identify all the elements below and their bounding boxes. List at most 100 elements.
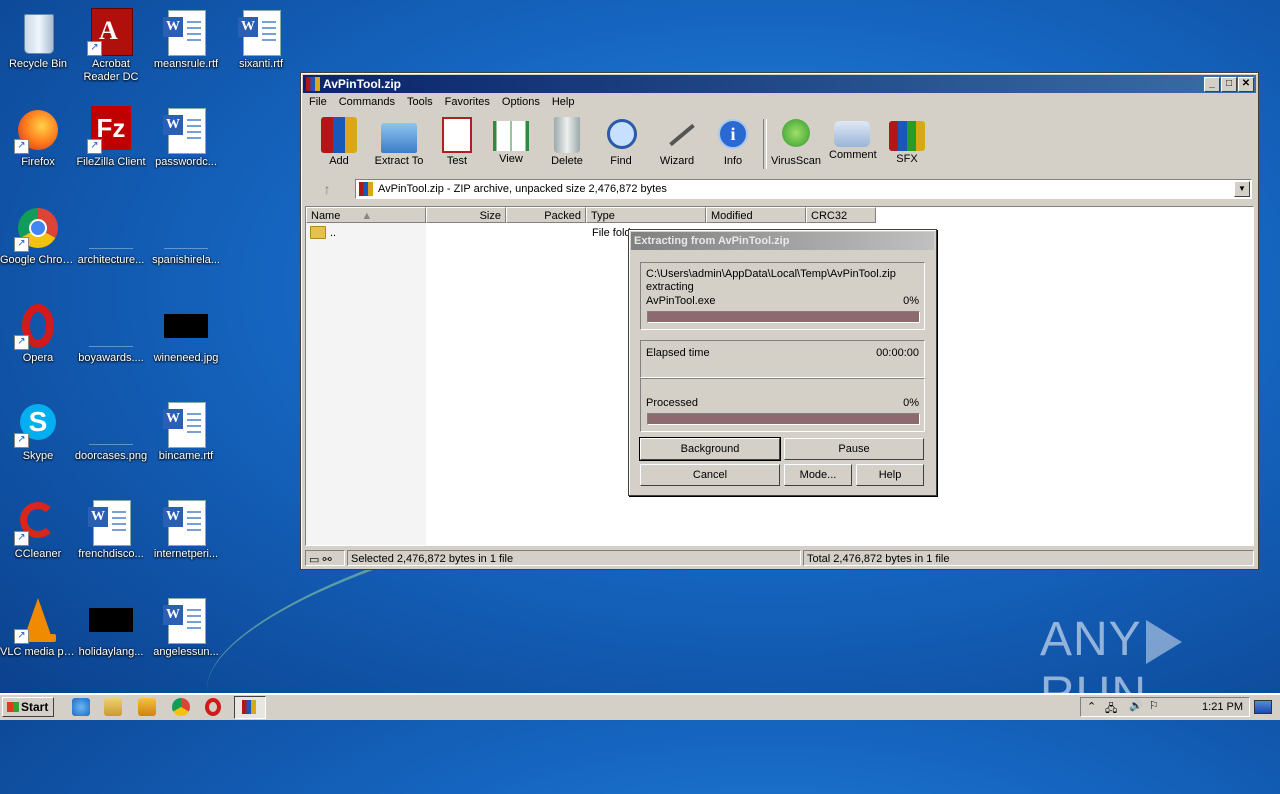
chevron-up-icon[interactable]: ⌃ <box>1087 700 1096 713</box>
menu-file[interactable]: File <box>303 94 333 108</box>
toolbar-view-button[interactable]: View <box>491 117 531 165</box>
volume-icon[interactable]: 🔊 <box>1129 699 1143 712</box>
toolbar-test-button[interactable]: Test <box>439 117 475 167</box>
desktop-icon-sixanti[interactable]: W sixanti.rtf <box>223 8 299 71</box>
clock[interactable]: 1:21 PM <box>1202 701 1243 713</box>
mode-button[interactable]: Mode... <box>784 464 852 486</box>
sfx-archive-icon <box>889 121 925 151</box>
network-icon[interactable]: 🖧 <box>1105 700 1117 719</box>
column-header-size[interactable]: Size <box>426 207 506 223</box>
archive-path: C:\Users\admin\AppData\Local\Temp\AvPinT… <box>646 268 896 280</box>
show-desktop-icon[interactable] <box>1254 700 1272 714</box>
column-header-crc32[interactable]: CRC32 <box>806 207 876 223</box>
desktop-icon-acrobat[interactable]: A ↗ Acrobat Reader DC <box>73 8 149 84</box>
magic-wand-icon <box>659 117 695 153</box>
status-selected: Selected 2,476,872 bytes in 1 file <box>347 550 801 566</box>
opera-icon[interactable] <box>205 698 221 716</box>
toolbar-sfx-button[interactable]: SFX <box>889 117 925 165</box>
current-file-name: AvPinTool.exe <box>646 295 716 307</box>
menu-bar: File Commands Tools Favorites Options Help <box>303 94 1256 112</box>
toolbar: Add Extract To Test View Delete Find Wiz… <box>309 113 1254 175</box>
menu-tools[interactable]: Tools <box>401 94 439 108</box>
folder-icon <box>310 226 326 239</box>
desktop-icon-architecture[interactable]: architecture... <box>73 204 149 267</box>
recycle-bin-icon <box>14 8 62 56</box>
toolbar-extract-to-button[interactable]: Extract To <box>371 117 427 167</box>
background-button[interactable]: Background <box>639 437 781 461</box>
chrome-icon[interactable] <box>172 698 190 716</box>
address-row: ↑ AvPinTool.zip - ZIP archive, unpacked … <box>305 177 1254 201</box>
info-icon: i <box>715 117 751 153</box>
toolbar-comment-button[interactable]: Comment <box>829 117 877 161</box>
desktop-icon-angelessun[interactable]: W angelessun... <box>148 596 224 659</box>
desktop-icon-skype[interactable]: S ↗ Skype <box>0 400 76 463</box>
toolbar-delete-button[interactable]: Delete <box>547 117 587 167</box>
status-bar: ▭ ⚯ Selected 2,476,872 bytes in 1 file T… <box>303 549 1256 567</box>
word-document-icon: W <box>162 596 210 644</box>
explorer-folder-icon[interactable] <box>104 698 122 716</box>
minimize-button[interactable]: _ <box>1204 77 1220 92</box>
desktop-icon-filezilla[interactable]: Fz ↗ FileZilla Client <box>73 106 149 169</box>
desktop-icon-ccleaner[interactable]: ↗ CCleaner <box>0 498 76 561</box>
desktop-icon-opera[interactable]: ↗ Opera <box>0 302 76 365</box>
desktop-icon-frenchdisco[interactable]: W frenchdisco... <box>73 498 149 561</box>
processed-group: Processed 0% <box>640 378 925 432</box>
desktop-icon-internetperi[interactable]: W internetperi... <box>148 498 224 561</box>
toolbar-info-button[interactable]: i Info <box>715 117 751 167</box>
desktop-icon-holidaylang[interactable]: holidaylang... <box>73 596 149 659</box>
word-document-icon: W <box>162 106 210 154</box>
total-progress-bar <box>647 413 920 425</box>
desktop-icon-doorcases[interactable]: doorcases.png <box>73 400 149 463</box>
image-file-icon <box>87 596 135 644</box>
column-header-packed[interactable]: Packed <box>506 207 586 223</box>
desktop-icon-meansrule[interactable]: W meansrule.rtf <box>148 8 224 71</box>
blank-file-icon <box>162 204 210 252</box>
winrar-icon <box>242 700 256 714</box>
toolbar-add-button[interactable]: Add <box>321 117 357 167</box>
desktop-icon-google-chrome[interactable]: ↗ Google Chrome <box>0 204 76 267</box>
image-file-icon <box>87 400 135 448</box>
pause-button[interactable]: Pause <box>784 438 924 460</box>
toolbar-wizard-button[interactable]: Wizard <box>657 117 697 167</box>
desktop-icon-boyawards[interactable]: boyawards.... <box>73 302 149 365</box>
ie-icon[interactable] <box>72 698 90 716</box>
column-header-modified[interactable]: Modified <box>706 207 806 223</box>
menu-favorites[interactable]: Favorites <box>439 94 496 108</box>
word-document-icon: W <box>162 8 210 56</box>
status-total: Total 2,476,872 bytes in 1 file <box>803 550 1254 566</box>
dialog-title[interactable]: Extracting from AvPinTool.zip <box>631 232 934 250</box>
drive-status-icon: ▭ ⚯ <box>305 550 345 566</box>
toolbar-virusscan-button[interactable]: VirusScan <box>771 117 821 167</box>
elapsed-label: Elapsed time <box>646 347 710 359</box>
column-header-type[interactable]: Type <box>586 207 706 223</box>
menu-commands[interactable]: Commands <box>333 94 401 108</box>
toolbar-find-button[interactable]: Find <box>603 117 639 167</box>
taskbar-winrar-button[interactable] <box>234 696 266 719</box>
window-titlebar[interactable]: AvPinTool.zip _ □ ✕ <box>303 75 1256 93</box>
desktop-icon-wineneed[interactable]: wineneed.jpg <box>148 302 224 365</box>
column-header-name[interactable]: Name ▲ <box>306 207 426 223</box>
desktop-icon-bincame[interactable]: W bincame.rtf <box>148 400 224 463</box>
desktop-icon-recycle-bin[interactable]: Recycle Bin <box>0 8 76 71</box>
address-combobox[interactable]: AvPinTool.zip - ZIP archive, unpacked si… <box>355 179 1252 199</box>
processed-label: Processed <box>646 397 698 409</box>
action-center-flag-icon[interactable]: ⚐ <box>1149 699 1159 712</box>
desktop-icon-firefox[interactable]: ↗ Firefox <box>0 106 76 169</box>
desktop-icon-vlc[interactable]: ↗ VLC media player <box>0 596 76 659</box>
desktop-icon-passwordc[interactable]: W passwordc... <box>148 106 224 169</box>
chevron-down-icon[interactable]: ▼ <box>1234 181 1250 197</box>
cancel-button[interactable]: Cancel <box>640 464 780 486</box>
media-player-icon[interactable] <box>138 698 156 716</box>
clipboard-check-icon <box>442 117 472 153</box>
file-percent: 0% <box>903 295 919 307</box>
maximize-button[interactable]: □ <box>1221 77 1237 92</box>
action-label: extracting <box>646 281 694 293</box>
menu-help[interactable]: Help <box>546 94 581 108</box>
help-button[interactable]: Help <box>856 464 924 486</box>
menu-options[interactable]: Options <box>496 94 546 108</box>
acrobat-icon: A ↗ <box>87 8 135 56</box>
up-folder-icon[interactable]: ↑ <box>313 181 341 199</box>
close-button[interactable]: ✕ <box>1238 77 1254 92</box>
start-button[interactable]: Start <box>2 697 54 717</box>
desktop-icon-spanishirela[interactable]: spanishirela... <box>148 204 224 267</box>
